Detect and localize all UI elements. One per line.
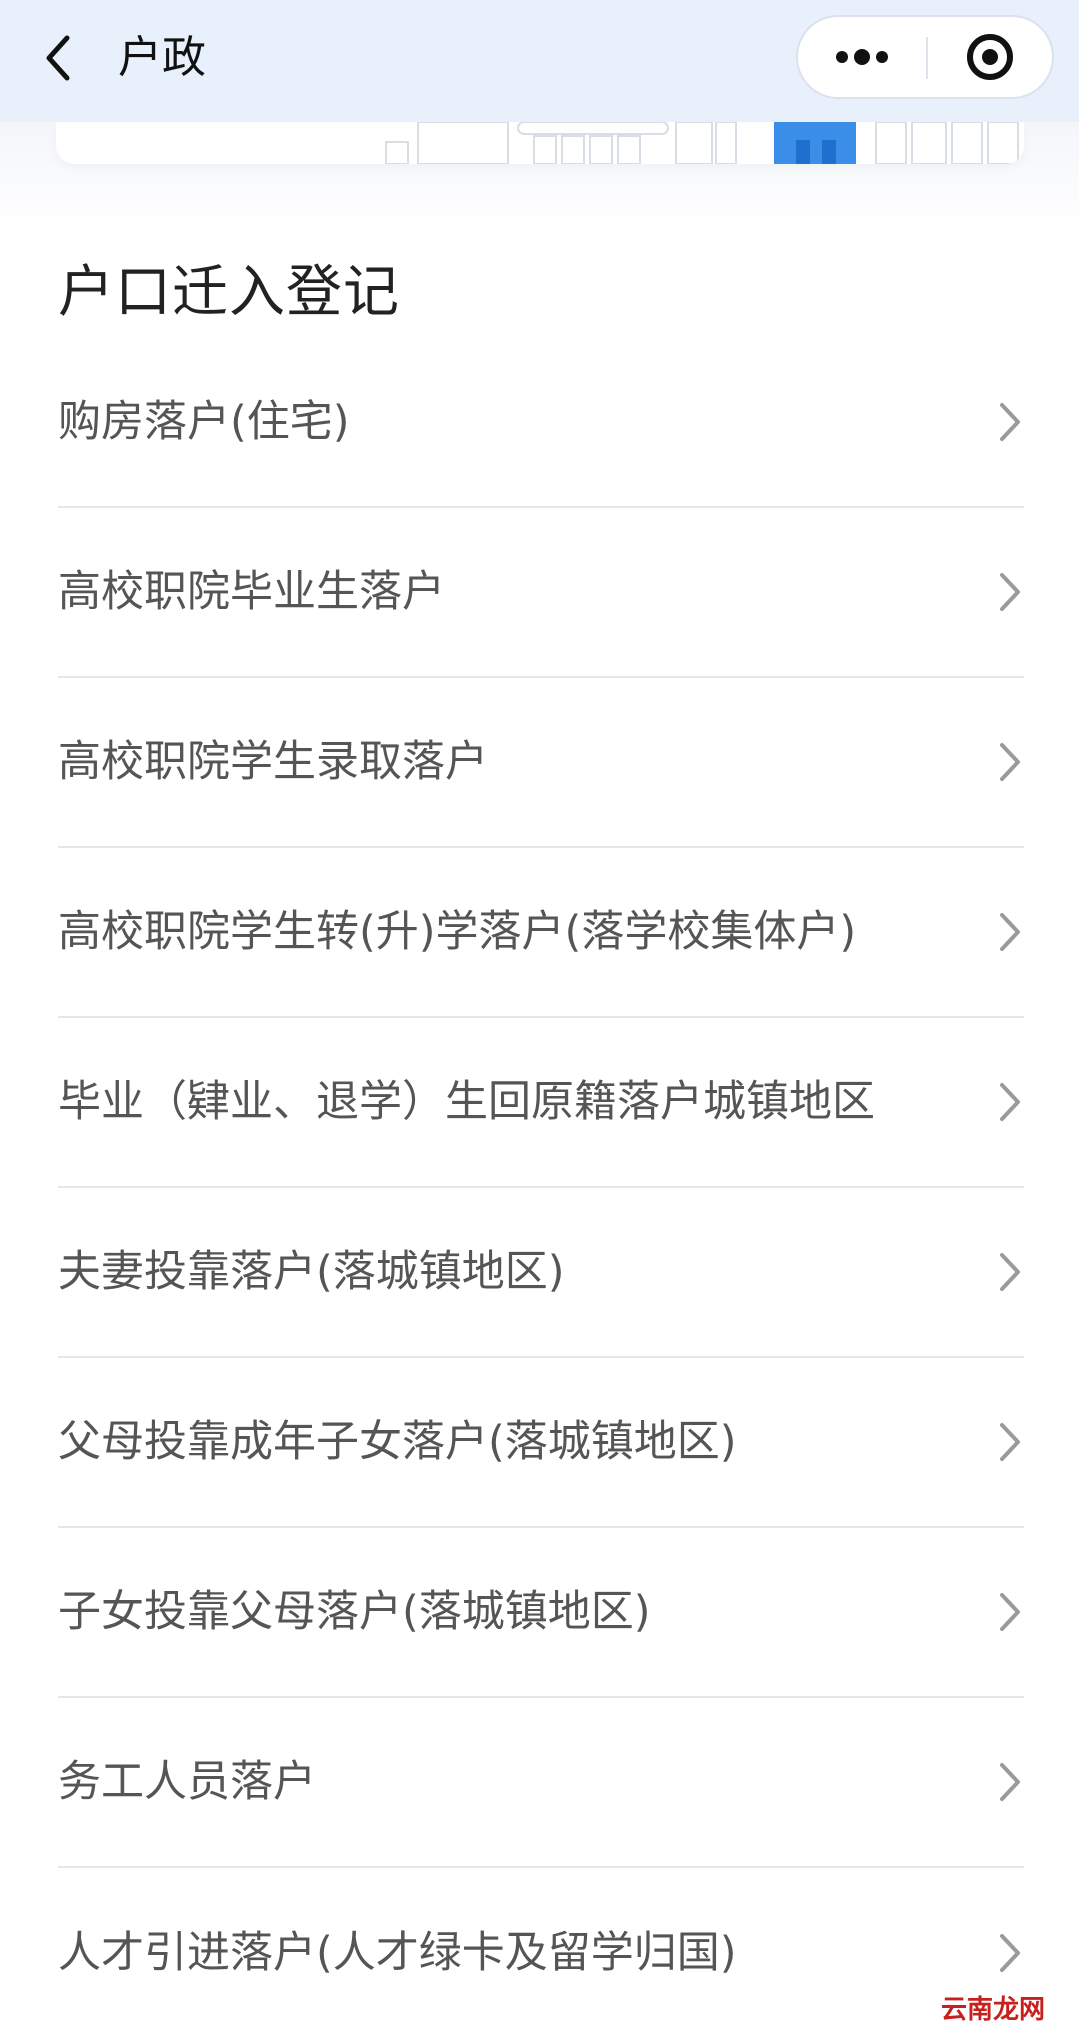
list-item[interactable]: 购房落户(住宅) — [58, 338, 1024, 508]
list-item[interactable]: 高校职院学生录取落户 — [58, 678, 1024, 848]
list-item[interactable]: 高校职院学生转(升)学落户(落学校集体户) — [58, 848, 1024, 1018]
list-item-label: 高校职院学生录取落户 — [58, 737, 488, 787]
registration-list: 购房落户(住宅) 高校职院毕业生落户 高校职院学生录取落户 高校职院学生转(升)… — [58, 338, 1024, 2038]
mini-program-capsule — [796, 15, 1054, 99]
banner-area — [0, 122, 1079, 232]
list-item[interactable]: 父母投靠成年子女落户(落城镇地区) — [58, 1358, 1024, 1528]
page-title: 户政 — [118, 32, 206, 83]
banner-image — [56, 122, 1024, 164]
chevron-right-icon — [1000, 403, 1020, 441]
list-item[interactable]: 人才引进落户(人才绿卡及留学归国) — [58, 1868, 1024, 2038]
section-title: 户口迁入登记 — [58, 260, 400, 325]
chevron-left-icon — [46, 35, 70, 81]
more-dots-icon — [836, 49, 888, 65]
list-item-label: 务工人员落户 — [58, 1757, 316, 1807]
list-item-label: 子女投靠父母落户(落城镇地区) — [58, 1587, 651, 1637]
city-illustration — [385, 122, 1019, 164]
list-item-label: 购房落户(住宅) — [58, 397, 350, 447]
list-item-label: 父母投靠成年子女落户(落城镇地区) — [58, 1417, 737, 1467]
chevron-right-icon — [1000, 1593, 1020, 1631]
chevron-right-icon — [1000, 1763, 1020, 1801]
more-button[interactable] — [798, 17, 926, 97]
list-item[interactable]: 夫妻投靠落户(落城镇地区) — [58, 1188, 1024, 1358]
list-item-label: 高校职院学生转(升)学落户(落学校集体户) — [58, 907, 857, 957]
chevron-right-icon — [1000, 1253, 1020, 1291]
chevron-right-icon — [1000, 573, 1020, 611]
list-item-label: 毕业（肄业、退学）生回原籍落户城镇地区 — [58, 1077, 875, 1127]
watermark-logo: 云南龙网 — [936, 1987, 1049, 2028]
close-button[interactable] — [928, 17, 1052, 97]
list-item-label: 人才引进落户(人才绿卡及留学归国) — [58, 1928, 737, 1978]
chevron-right-icon — [1000, 1934, 1020, 1972]
list-item[interactable]: 毕业（肄业、退学）生回原籍落户城镇地区 — [58, 1018, 1024, 1188]
list-item[interactable]: 务工人员落户 — [58, 1698, 1024, 1868]
chevron-right-icon — [1000, 1083, 1020, 1121]
chevron-right-icon — [1000, 1423, 1020, 1461]
target-circle-icon — [967, 34, 1013, 80]
back-button[interactable] — [38, 28, 78, 88]
list-item[interactable]: 子女投靠父母落户(落城镇地区) — [58, 1528, 1024, 1698]
navigation-bar: 户政 — [0, 0, 1079, 122]
list-item-label: 高校职院毕业生落户 — [58, 567, 445, 617]
chevron-right-icon — [1000, 913, 1020, 951]
list-item-label: 夫妻投靠落户(落城镇地区) — [58, 1247, 565, 1297]
chevron-right-icon — [1000, 743, 1020, 781]
list-item[interactable]: 高校职院毕业生落户 — [58, 508, 1024, 678]
